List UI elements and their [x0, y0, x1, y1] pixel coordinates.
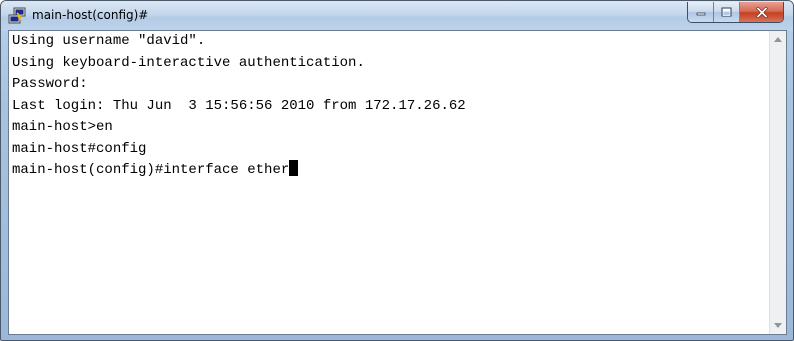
- maximize-button[interactable]: [714, 2, 740, 22]
- scroll-down-button[interactable]: [770, 317, 786, 334]
- terminal-window: main-host(config)# Using username "david…: [0, 0, 794, 341]
- terminal-prompt-text: main-host(config)#interface ether: [12, 162, 290, 178]
- terminal-line: main-host#config: [12, 140, 147, 157]
- window-title: main-host(config)#: [32, 8, 149, 22]
- terminal-area[interactable]: Using username "david". Using keyboard-i…: [8, 30, 787, 335]
- caption-buttons: [687, 2, 784, 23]
- terminal-line: main-host>en: [12, 119, 113, 135]
- terminal-line: Password:: [12, 76, 88, 92]
- scroll-down-icon: [774, 323, 782, 328]
- text-cursor: [289, 160, 299, 176]
- minimize-icon: [696, 12, 705, 16]
- title-bar[interactable]: main-host(config)#: [1, 1, 793, 31]
- minimize-button[interactable]: [688, 2, 714, 22]
- terminal-line: Last login: Thu Jun 3 15:56:56 2010 from…: [12, 97, 466, 114]
- vertical-scrollbar[interactable]: [769, 31, 786, 334]
- scroll-up-icon: [774, 37, 782, 42]
- scroll-up-button[interactable]: [770, 31, 786, 48]
- terminal-line: Using username "david".: [12, 33, 206, 49]
- close-button[interactable]: [740, 2, 783, 22]
- putty-icon[interactable]: [8, 7, 26, 25]
- terminal-output[interactable]: Using username "david". Using keyboard-i…: [9, 31, 769, 334]
- maximize-icon: [721, 7, 732, 17]
- close-icon: [756, 6, 767, 18]
- terminal-line: Using keyboard-interactive authenticatio…: [12, 54, 365, 71]
- terminal-input-line[interactable]: main-host(config)#interface ether: [12, 160, 769, 182]
